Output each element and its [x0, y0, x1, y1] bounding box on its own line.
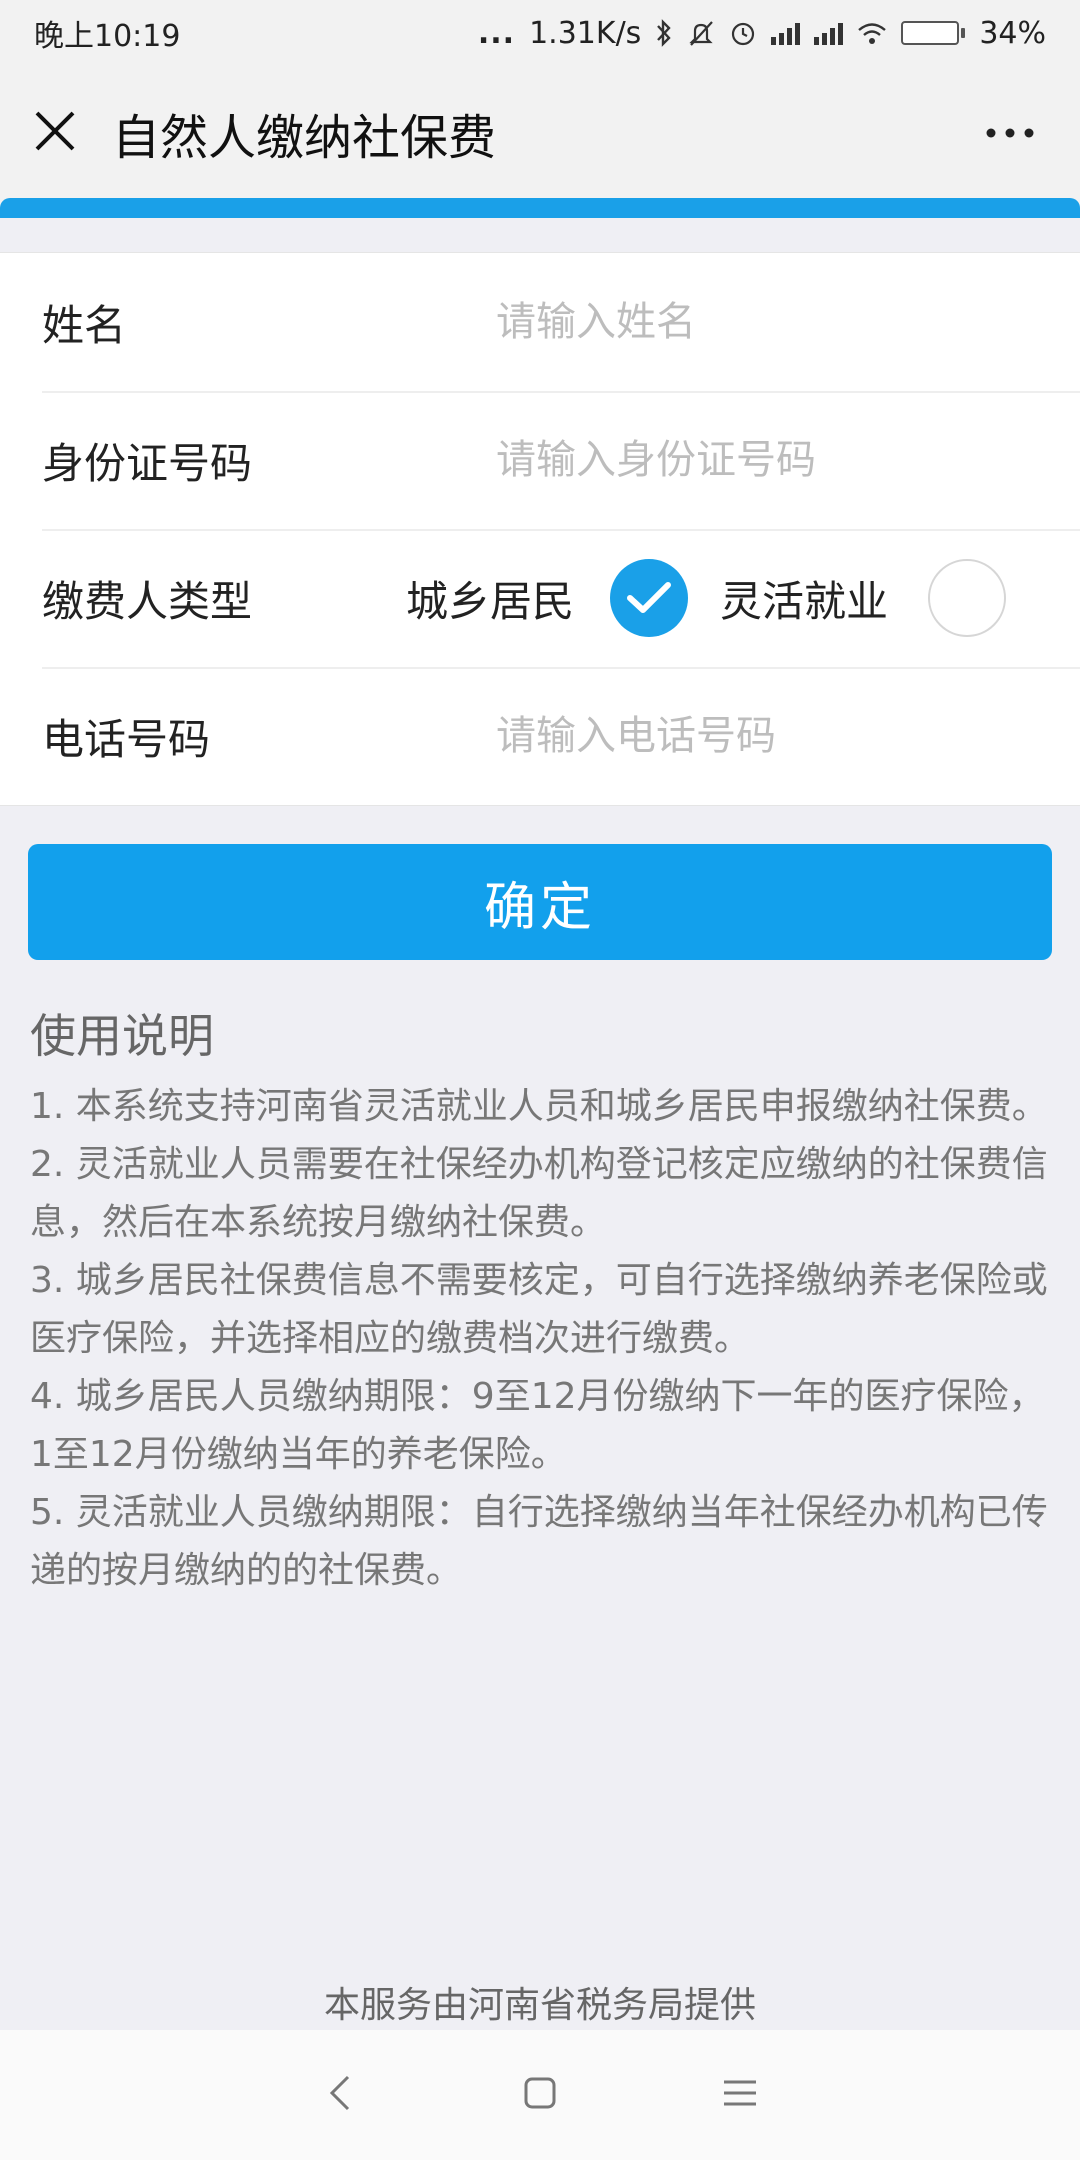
- loading-progress-bar: [0, 198, 1080, 218]
- back-icon: [328, 2074, 352, 2116]
- payment-form: 姓名 身份证号码 缴费人类型 城乡居民 灵活就业 电话号码: [0, 252, 1080, 806]
- payer-type-row: 缴费人类型 城乡居民 灵活就业: [0, 529, 1080, 667]
- nav-bar: 自然人缴纳社保费: [0, 66, 1080, 200]
- status-bar: 晚上10:19 ... 1.31K/s 34%: [0, 0, 1080, 66]
- battery-icon: [901, 21, 966, 45]
- payer-type-option-resident[interactable]: 城乡居民: [406, 559, 689, 637]
- home-icon: [523, 2076, 557, 2114]
- checkmark-icon[interactable]: [610, 559, 689, 637]
- payer-type-radio-group: 城乡居民 灵活就业: [406, 529, 1007, 667]
- phone-row: 电话号码: [0, 667, 1080, 805]
- network-speed: 1.31K/s: [529, 15, 642, 51]
- id-number-row: 身份证号码: [0, 391, 1080, 529]
- progress-fill: [0, 198, 1080, 218]
- name-label: 姓名: [42, 300, 127, 350]
- instruction-item: 5. 灵活就业人员缴纳期限：自行选择缴纳当年社保经办机构已传递的按月缴纳的的社保…: [30, 1492, 1048, 1591]
- instruction-item: 2. 灵活就业人员需要在社保经办机构登记核定应缴纳的社保费信息，然后在本系统按月…: [30, 1144, 1048, 1243]
- menu-button[interactable]: [700, 2055, 780, 2135]
- id-number-label: 身份证号码: [42, 438, 253, 488]
- back-button[interactable]: [300, 2055, 380, 2135]
- more-button[interactable]: [970, 96, 1050, 170]
- status-icons: ... 1.31K/s 34%: [478, 16, 1046, 51]
- home-button[interactable]: [500, 2055, 580, 2135]
- more-icon: [985, 124, 1035, 143]
- radio-empty-icon[interactable]: [928, 559, 1007, 637]
- alarm-icon: [729, 19, 757, 47]
- name-row: 姓名: [0, 253, 1080, 391]
- service-provider-note: 本服务由河南省税务局提供: [323, 1985, 756, 2026]
- signal-icon: [771, 21, 801, 45]
- instructions-section: 使用说明 1. 本系统支持河南省灵活就业人员和城乡居民申报缴纳社保费。 2. 灵…: [30, 1000, 1050, 1600]
- wifi-icon: [857, 21, 887, 45]
- phone-label: 电话号码: [42, 714, 211, 764]
- bluetooth-icon: [655, 19, 673, 47]
- instructions-title: 使用说明: [30, 1009, 214, 1063]
- signal-icon: [814, 21, 844, 45]
- payer-type-option-label: 城乡居民: [406, 576, 575, 626]
- instruction-item: 4. 城乡居民人员缴纳期限：9至12月份缴纳下一年的医疗保险，1至12月份缴纳当…: [30, 1376, 1045, 1475]
- confirm-button[interactable]: 确定: [28, 844, 1052, 960]
- battery-percent: 34%: [979, 15, 1046, 51]
- mute-icon: [687, 19, 715, 47]
- phone-input[interactable]: [496, 713, 1056, 759]
- page-title: 自然人缴纳社保费: [112, 110, 497, 166]
- instruction-item: 3. 城乡居民社保费信息不需要核定，可自行选择缴纳养老保险或医疗保险，并选择相应…: [30, 1260, 1048, 1359]
- android-navigation-bar: [0, 2030, 1080, 2160]
- menu-icon: [722, 2078, 758, 2112]
- close-icon: [33, 109, 77, 157]
- instruction-item: 1. 本系统支持河南省灵活就业人员和城乡居民申报缴纳社保费。: [30, 1086, 1048, 1127]
- payer-type-option-flexible[interactable]: 灵活就业: [720, 559, 1007, 637]
- status-time: 晚上10:19: [34, 19, 181, 54]
- network-activity-dots: ...: [477, 15, 516, 51]
- close-button[interactable]: [0, 78, 110, 188]
- id-number-input[interactable]: [496, 437, 1056, 483]
- name-input[interactable]: [496, 299, 1056, 345]
- payer-type-option-label: 灵活就业: [720, 576, 889, 626]
